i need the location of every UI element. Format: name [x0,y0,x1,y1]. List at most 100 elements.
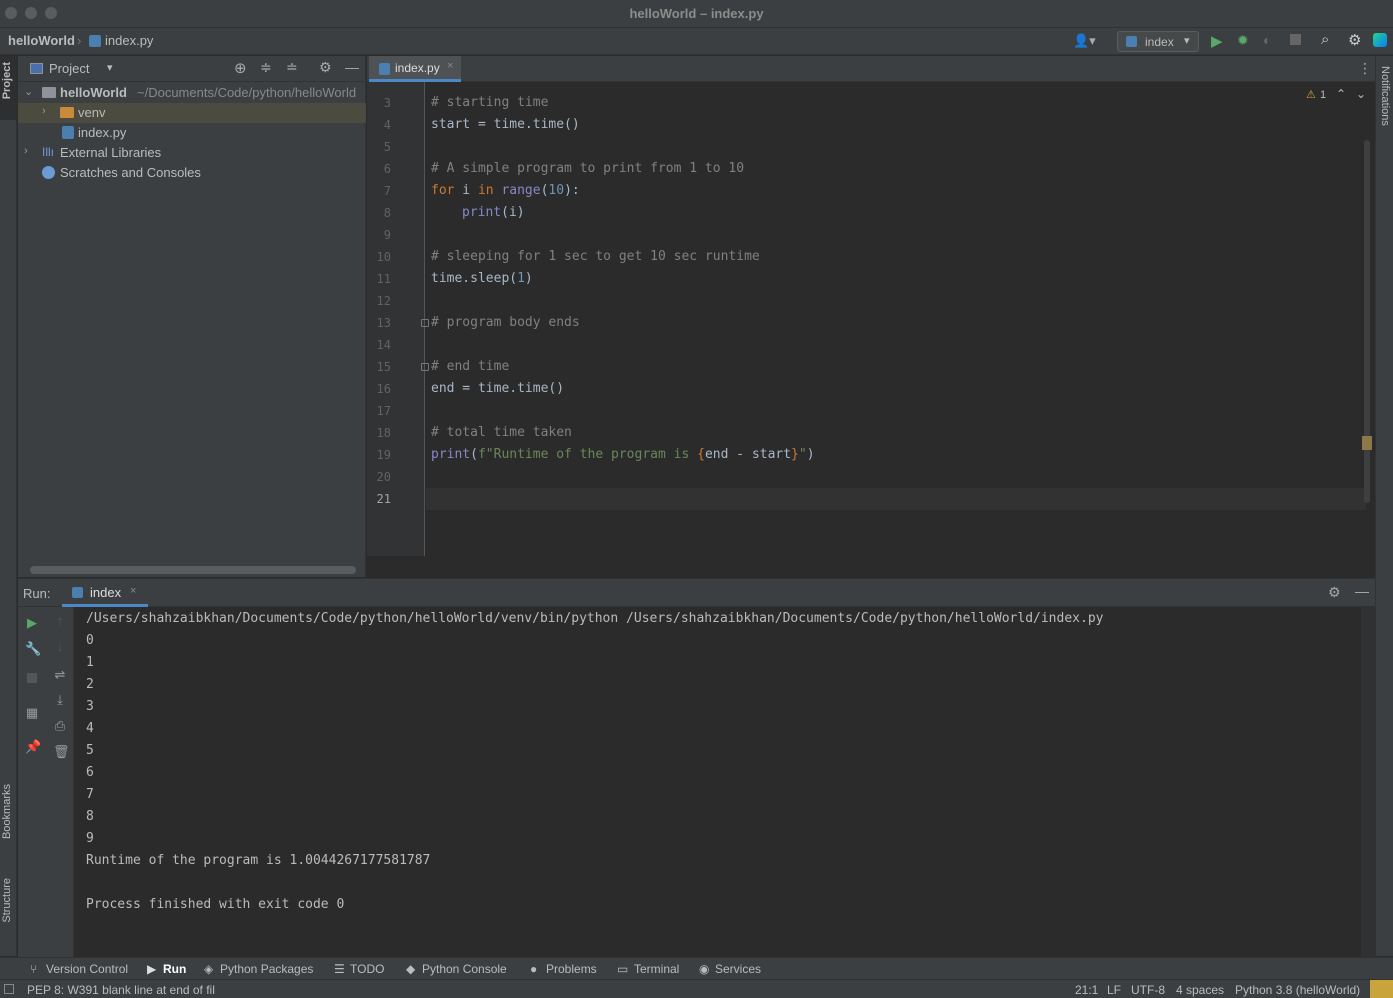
tab-python-console[interactable]: Python Console [422,962,507,976]
project-panel-header: Project ▾ ⊕ ≑ ≐ ⚙ — [18,56,366,82]
code-line-15[interactable]: # end time [431,359,509,374]
toggle-tool-windows-icon[interactable] [4,984,14,994]
python-interpreter[interactable]: Python 3.8 (helloWorld) [1235,983,1360,997]
project-panel-title[interactable]: Project [49,61,89,76]
right-tool-strip: Notifications [1375,56,1393,956]
run-panel-header: Run: index × ⚙ — [18,579,1375,607]
more-options-icon[interactable]: ⋮ [1358,60,1372,77]
code-line-3[interactable]: # starting time [431,95,548,110]
code-line-11[interactable]: time.sleep(1) [431,271,533,286]
fold-marker-icon[interactable] [421,319,429,327]
horizontal-scrollbar[interactable] [30,566,356,574]
breadcrumb-file[interactable]: index.py [105,33,153,48]
code-line-13[interactable]: # program body ends [431,315,580,330]
collapse-all-icon[interactable]: ≐ [286,59,298,76]
tab-python-packages[interactable]: Python Packages [220,962,313,976]
code-line-19[interactable]: print(f"Runtime of the program is {end -… [431,447,815,462]
line-separator[interactable]: LF [1107,983,1121,997]
hide-panel-icon[interactable]: — [345,59,359,75]
tree-item-scratches[interactable]: Scratches and Consoles [18,163,366,183]
tree-item-index-py[interactable]: index.py [18,123,366,143]
line-number: 16 [376,382,391,396]
console-output-line: 0 [86,633,94,648]
expand-all-icon[interactable]: ≑ [260,59,272,76]
search-icon[interactable]: ⌕ [1321,31,1329,48]
structure-tool-label[interactable]: Structure [1,878,13,923]
code-line-16[interactable]: end = time.time() [431,381,564,396]
previous-highlight-icon[interactable]: ⌃ [1336,87,1346,101]
code-line-10[interactable]: # sleeping for 1 sec to get 10 sec runti… [431,249,760,264]
arrow-up-icon[interactable]: ↑ [53,614,67,628]
indent-setting[interactable]: 4 spaces [1176,983,1224,997]
tab-version-control[interactable]: Version Control [46,962,128,976]
file-encoding[interactable]: UTF-8 [1131,983,1165,997]
scroll-to-end-icon[interactable]: ⤓ [53,693,67,707]
tree-item-venv[interactable]: › venv [18,103,366,123]
editor-tab-bar: index.py × ⋮ [367,56,1375,82]
locate-file-icon[interactable]: ⊕ [234,59,247,77]
next-highlight-icon[interactable]: ⌄ [1356,87,1366,101]
tab-terminal[interactable]: Terminal [634,962,679,976]
line-number: 6 [383,162,391,176]
code-line-6[interactable]: # A simple program to print from 1 to 10 [431,161,744,176]
python-file-icon [72,587,83,598]
tab-todo[interactable]: TODO [350,962,384,976]
debug-icon[interactable]: ✹ [1237,32,1249,49]
scratches-icon [42,166,55,179]
project-tool-tab[interactable]: Project [0,56,17,120]
arrow-down-icon[interactable]: ↓ [53,640,67,654]
stop-icon[interactable] [27,673,37,683]
soft-wrap-icon[interactable]: ⇌ [53,668,67,682]
bookmarks-tool-label[interactable]: Bookmarks [1,784,13,839]
line-number: 20 [376,470,391,484]
settings-gear-icon[interactable]: ⚙ [319,59,332,76]
breadcrumb-project[interactable]: helloWorld [8,33,75,48]
console-command-line: /Users/shahzaibkhan/Documents/Code/pytho… [86,611,1104,626]
status-message[interactable]: PEP 8: W391 blank line at end of file [27,983,215,997]
code-token: 10 [548,183,565,198]
caret-position[interactable]: 21:1 [1075,983,1098,997]
tree-item-project-root[interactable]: ⌄ helloWorld ~/Documents/Code/python/hel… [18,83,366,103]
warning-icon[interactable]: ⚠ [1306,88,1316,101]
toolbox-icon[interactable] [1373,33,1387,47]
status-bar: PEP 8: W391 blank line at end of file 21… [0,979,1393,998]
lock-icon[interactable] [1370,980,1393,998]
trash-icon[interactable]: 🗑 [53,745,70,759]
code-line-7[interactable]: for i in range(10): [431,183,580,198]
code-token: " [798,447,807,462]
navigation-bar: helloWorld › index.py 👤▾ index ▾ ▶ ✹ ◐ ⌕… [0,28,1393,55]
python-file-icon [62,126,74,139]
hide-panel-icon[interactable]: — [1355,583,1369,599]
stop-icon[interactable] [1290,34,1301,45]
tab-run[interactable]: Run [163,962,186,976]
close-icon[interactable]: × [130,585,136,597]
close-icon[interactable]: × [447,60,453,72]
run-config-selector[interactable]: index ▾ [1117,31,1199,52]
code-line-8[interactable]: print(i) [462,205,525,220]
coverage-icon[interactable]: ◐ [1263,32,1271,48]
tree-item-label: Scratches and Consoles [60,165,201,180]
run-tab-index[interactable]: index × [62,579,148,607]
rerun-icon[interactable]: ▶ [25,616,39,630]
code-line-18[interactable]: # total time taken [431,425,572,440]
pin-icon[interactable]: 📌 [25,740,41,754]
console-scrollbar[interactable] [1361,607,1375,957]
services-icon: ◉ [699,962,710,976]
tree-item-external-libraries[interactable]: › Illı External Libraries [18,143,366,163]
settings-gear-icon[interactable]: ⚙ [1348,31,1361,49]
settings-gear-icon[interactable]: ⚙ [1328,584,1341,601]
run-config-label: index [1145,35,1174,49]
layout-icon[interactable]: ▦ [25,706,39,720]
user-account-icon[interactable]: 👤▾ [1073,33,1096,49]
run-icon[interactable]: ▶ [1211,32,1223,50]
print-icon[interactable]: ⎙ [53,719,67,733]
wrench-icon[interactable]: 🔧 [25,642,41,656]
tab-services[interactable]: Services [715,962,761,976]
tab-problems[interactable]: Problems [546,962,597,976]
line-number: 18 [376,426,391,440]
tab-index-py[interactable]: index.py × [369,56,461,82]
notifications-tool-label[interactable]: Notifications [1379,66,1391,126]
fold-marker-icon[interactable] [421,363,429,371]
code-line-4[interactable]: start = time.time() [431,117,580,132]
chevron-down-icon[interactable]: ▾ [107,61,113,74]
